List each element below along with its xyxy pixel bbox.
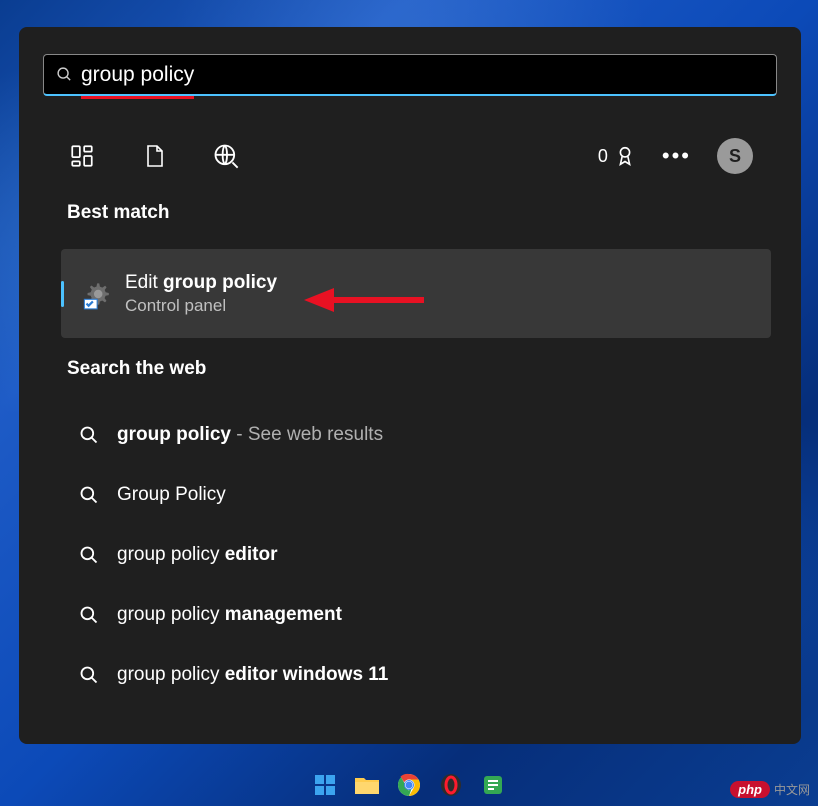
search-web-label: Search the web — [67, 358, 206, 380]
more-options-icon[interactable]: ••• — [662, 143, 691, 169]
web-result-item[interactable]: group policy editor windows 11 — [79, 645, 753, 705]
apps-filter-icon[interactable] — [67, 141, 97, 171]
best-match-result[interactable]: Edit group policy Control panel — [61, 249, 771, 338]
app-icon[interactable] — [479, 771, 507, 799]
documents-filter-icon[interactable] — [139, 141, 169, 171]
filter-row: 0 ••• S — [67, 125, 753, 187]
web-result-item[interactable]: Group Policy — [79, 465, 753, 525]
web-result-item[interactable]: group policy management — [79, 585, 753, 645]
gear-icon — [77, 276, 113, 312]
chrome-icon[interactable] — [395, 771, 423, 799]
search-bar[interactable] — [43, 54, 777, 96]
rewards-icon — [614, 145, 636, 167]
start-button[interactable] — [311, 771, 339, 799]
search-icon — [79, 545, 99, 565]
search-icon — [79, 425, 99, 445]
search-icon — [79, 665, 99, 685]
watermark: php 中文网 — [730, 781, 810, 798]
rewards-badge[interactable]: 0 — [598, 145, 636, 167]
opera-icon[interactable] — [437, 771, 465, 799]
watermark-text: 中文网 — [774, 781, 810, 798]
search-icon — [79, 605, 99, 625]
web-results-list: group policy - See web results Group Pol… — [79, 405, 753, 705]
start-search-panel: 0 ••• S Best match Edit group policy Con… — [19, 27, 801, 744]
avatar-initial: S — [729, 146, 741, 167]
best-match-title: Edit group policy — [125, 272, 277, 294]
file-explorer-icon[interactable] — [353, 771, 381, 799]
search-input[interactable] — [81, 63, 764, 87]
watermark-pill: php — [730, 781, 770, 798]
taskbar — [0, 764, 818, 806]
search-icon — [56, 66, 73, 83]
search-icon — [79, 485, 99, 505]
web-result-item[interactable]: group policy - See web results — [79, 405, 753, 465]
selection-indicator — [61, 281, 64, 307]
user-avatar[interactable]: S — [717, 138, 753, 174]
rewards-count: 0 — [598, 146, 608, 167]
web-result-item[interactable]: group policy editor — [79, 525, 753, 585]
best-match-label: Best match — [67, 202, 169, 224]
best-match-subtitle: Control panel — [125, 296, 277, 316]
search-underline-annotation — [81, 96, 194, 99]
web-filter-icon[interactable] — [211, 141, 241, 171]
